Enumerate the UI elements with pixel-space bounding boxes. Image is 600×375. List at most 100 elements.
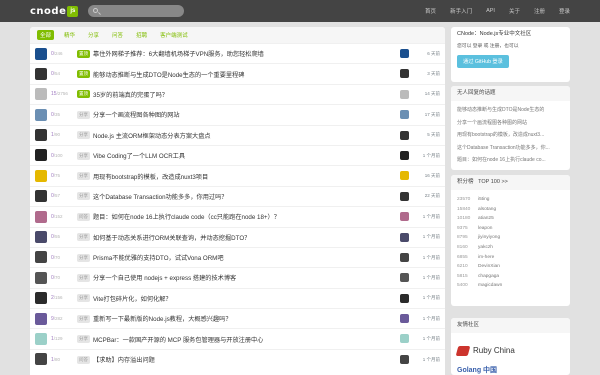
last-reply-avatar[interactable]	[400, 171, 409, 181]
score-user[interactable]: leapon	[478, 224, 492, 234]
topic-row[interactable]: 1/90 分享 Node.js 主流ORM框架动态分表方案大盘点 5 天前	[30, 124, 445, 145]
score-user[interactable]: chapgaga	[478, 272, 499, 282]
topic-title[interactable]: 能够动态推断与生成DTO是Node生态的一个重要里程碑	[93, 70, 245, 79]
user-avatar[interactable]	[35, 47, 47, 60]
topic-title[interactable]: 题目：如何在node 16上执行claude code（cc只能跑在node 1…	[93, 212, 280, 221]
nav-home[interactable]: 首页	[425, 7, 436, 15]
topic-row[interactable]: 0/100 分享 Vibe Coding了一个LLM OCR工具 1 个月前	[30, 144, 445, 165]
score-user[interactable]: jiyinyiyong	[478, 233, 500, 243]
user-avatar[interactable]	[35, 271, 47, 284]
last-reply-avatar[interactable]	[400, 314, 409, 324]
topic-title[interactable]: 【求助】内存溢出问题	[93, 355, 155, 364]
user-avatar[interactable]	[35, 312, 47, 325]
topic-title[interactable]: MCPBar：一款国产开源的 MCP 服务包管理器与开放注册中心	[93, 335, 263, 344]
user-avatar[interactable]	[35, 190, 47, 203]
score-user[interactable]: i5ting	[478, 195, 489, 205]
score-user[interactable]: yakczh	[478, 243, 493, 253]
ruby-china-link[interactable]: Ruby China	[455, 346, 527, 360]
topic-row[interactable]: 0/55 分享 如何基于动态关系进行ORM关联查询，并动态挖掘DTO？ 1 个月前	[30, 226, 445, 247]
topic-row[interactable]: 0/152 问答 题目：如何在node 16上执行claude code（cc只能跑…	[30, 206, 445, 226]
topic-title[interactable]: 分享一个画流程图各种图的网站	[93, 110, 180, 119]
user-avatar[interactable]	[35, 353, 47, 366]
score-user[interactable]: alsotang	[478, 205, 496, 215]
last-reply-avatar[interactable]	[400, 191, 409, 201]
last-reply-avatar[interactable]	[400, 293, 409, 303]
topic-row[interactable]: 15/2756 置顶 35岁的前端真的完蛋了吗？ 14 天前	[30, 83, 445, 104]
last-reply-avatar[interactable]	[400, 252, 409, 262]
nav-getstart[interactable]: 新手入门	[450, 7, 472, 15]
user-avatar[interactable]	[35, 332, 47, 345]
top100-link[interactable]: TOP 100 >>	[478, 179, 508, 185]
nav-api[interactable]: API	[486, 8, 495, 14]
user-avatar[interactable]	[35, 231, 47, 244]
topic-title[interactable]: Vite打包碎片化，如何化解？	[93, 294, 172, 303]
topic-row[interactable]: 0/54 置顶 能够动态推断与生成DTO是Node生态的一个重要里程碑 3 天前	[30, 63, 445, 83]
last-reply-avatar[interactable]	[400, 130, 409, 140]
topic-title[interactable]: 这个Database Transaction功能多多，你用过吗？	[93, 192, 227, 201]
score-user[interactable]: atian25	[478, 214, 494, 224]
tab-share[interactable]: 分享	[85, 30, 102, 40]
user-avatar[interactable]	[35, 67, 47, 80]
user-avatar[interactable]	[35, 149, 47, 162]
score-user[interactable]: magicdawn	[478, 281, 502, 291]
last-reply-avatar[interactable]	[400, 273, 409, 283]
topic-title[interactable]: 靠住外网梯子推荐：6大翻墙机场梯子VPN服务，助您轻松爬墙	[93, 49, 264, 58]
tab-good[interactable]: 精华	[61, 30, 78, 40]
user-avatar[interactable]	[35, 108, 47, 121]
topic-row[interactable]: 9/282 分享 重新写一下最新版的Node.js教程，大概感兴趣吗？ 1 个月前	[30, 308, 445, 328]
topic-row[interactable]: 0/246 置顶 靠住外网梯子推荐：6大翻墙机场梯子VPN服务，助您轻松爬墙 6 天前	[30, 43, 445, 63]
tab-dev[interactable]: 客户端测试	[157, 30, 191, 40]
topic-row[interactable]: 0/35 分享 分享一个画流程图各种图的网站 17 天前	[30, 104, 445, 124]
last-reply-avatar[interactable]	[400, 232, 409, 242]
nav-signup[interactable]: 注册	[534, 7, 545, 15]
topic-title[interactable]: Vibe Coding了一个LLM OCR工具	[93, 151, 185, 160]
no-reply-topic[interactable]: 这个Database Transaction功能多多，你...	[451, 142, 570, 155]
topic-row[interactable]: 0/70 分享 Prisma不能优雅的支持DTO，试试Vona ORM吧 1 个月前	[30, 246, 445, 267]
last-reply-avatar[interactable]	[400, 69, 409, 79]
no-reply-topic[interactable]: 分享一个画流程图各种图的网站	[451, 117, 570, 130]
user-avatar[interactable]	[35, 210, 47, 223]
topic-title[interactable]: 重新写一下最新版的Node.js教程，大概感兴趣吗？	[93, 314, 232, 323]
topic-row[interactable]: 0/70 分享 分享一个自己使用 nodejs + express 搭建的技术博客 1…	[30, 267, 445, 287]
no-reply-topic[interactable]: 能够动态推断与生成DTO是Node生态的	[451, 104, 570, 117]
tab-ask[interactable]: 问答	[109, 30, 126, 40]
score-user[interactable]: DevinXian	[478, 262, 500, 272]
topic-row[interactable]: 2/156 分享 Vite打包碎片化，如何化解？ 1 个月前	[30, 287, 445, 308]
tab-all[interactable]: 全部	[37, 30, 55, 40]
topic-row[interactable]: 1/129 分享 MCPBar：一款国产开源的 MCP 服务包管理器与开放注册中心 1…	[30, 328, 445, 348]
no-reply-topic[interactable]: 用现有bootstrap的模板，改造成nuxt3...	[451, 129, 570, 142]
score-user[interactable]: im-here	[478, 253, 494, 263]
topic-title[interactable]: 如何基于动态关系进行ORM关联查询，并动态挖掘DTO？	[93, 233, 250, 242]
score-panel: 积分榜 TOP 100 >> 23570 i5ting 15840 alsotang 1…	[451, 175, 570, 306]
github-login-button[interactable]: 通过 GitHub 登录	[457, 55, 509, 68]
golang-link[interactable]: Golang 中国	[457, 365, 497, 375]
user-avatar[interactable]	[35, 129, 47, 142]
last-reply-avatar[interactable]	[400, 110, 409, 120]
search-box[interactable]	[88, 5, 184, 17]
nav-signin[interactable]: 登录	[559, 7, 570, 15]
last-reply-avatar[interactable]	[400, 354, 409, 364]
topic-title[interactable]: 用现有bootstrap的模板，改造成nuxt3项目	[93, 172, 208, 181]
topic-title[interactable]: Node.js 主流ORM框架动态分表方案大盘点	[93, 131, 211, 140]
last-reply-avatar[interactable]	[400, 334, 409, 344]
topic-title[interactable]: Prisma不能优雅的支持DTO，试试Vona ORM吧	[93, 253, 224, 262]
last-reply-avatar[interactable]	[400, 89, 409, 99]
topic-tag: 分享	[77, 131, 90, 140]
user-avatar[interactable]	[35, 169, 47, 182]
topic-row[interactable]: 1/80 问答 【求助】内存溢出问题 1 个月前	[30, 348, 445, 369]
user-avatar[interactable]	[35, 292, 47, 305]
cnode-logo[interactable]: cnode js	[30, 5, 79, 17]
tab-job[interactable]: 招聘	[133, 30, 150, 40]
search-input[interactable]	[101, 6, 179, 16]
nav-about[interactable]: 关于	[509, 7, 520, 15]
last-reply-avatar[interactable]	[400, 150, 409, 160]
topic-title[interactable]: 35岁的前端真的完蛋了吗？	[93, 90, 168, 99]
topic-row[interactable]: 0/75 分享 用现有bootstrap的模板，改造成nuxt3项目 16 天前	[30, 165, 445, 185]
user-avatar[interactable]	[35, 88, 47, 101]
last-reply-avatar[interactable]	[400, 212, 409, 222]
user-avatar[interactable]	[35, 251, 47, 264]
no-reply-topic[interactable]: 题目：如何在node 16上执行claude co...	[451, 154, 570, 167]
topic-title[interactable]: 分享一个自己使用 nodejs + express 搭建的技术博客	[93, 273, 236, 282]
topic-row[interactable]: 0/57 分享 这个Database Transaction功能多多，你用过吗？ 22…	[30, 185, 445, 206]
last-reply-avatar[interactable]	[400, 49, 409, 58]
